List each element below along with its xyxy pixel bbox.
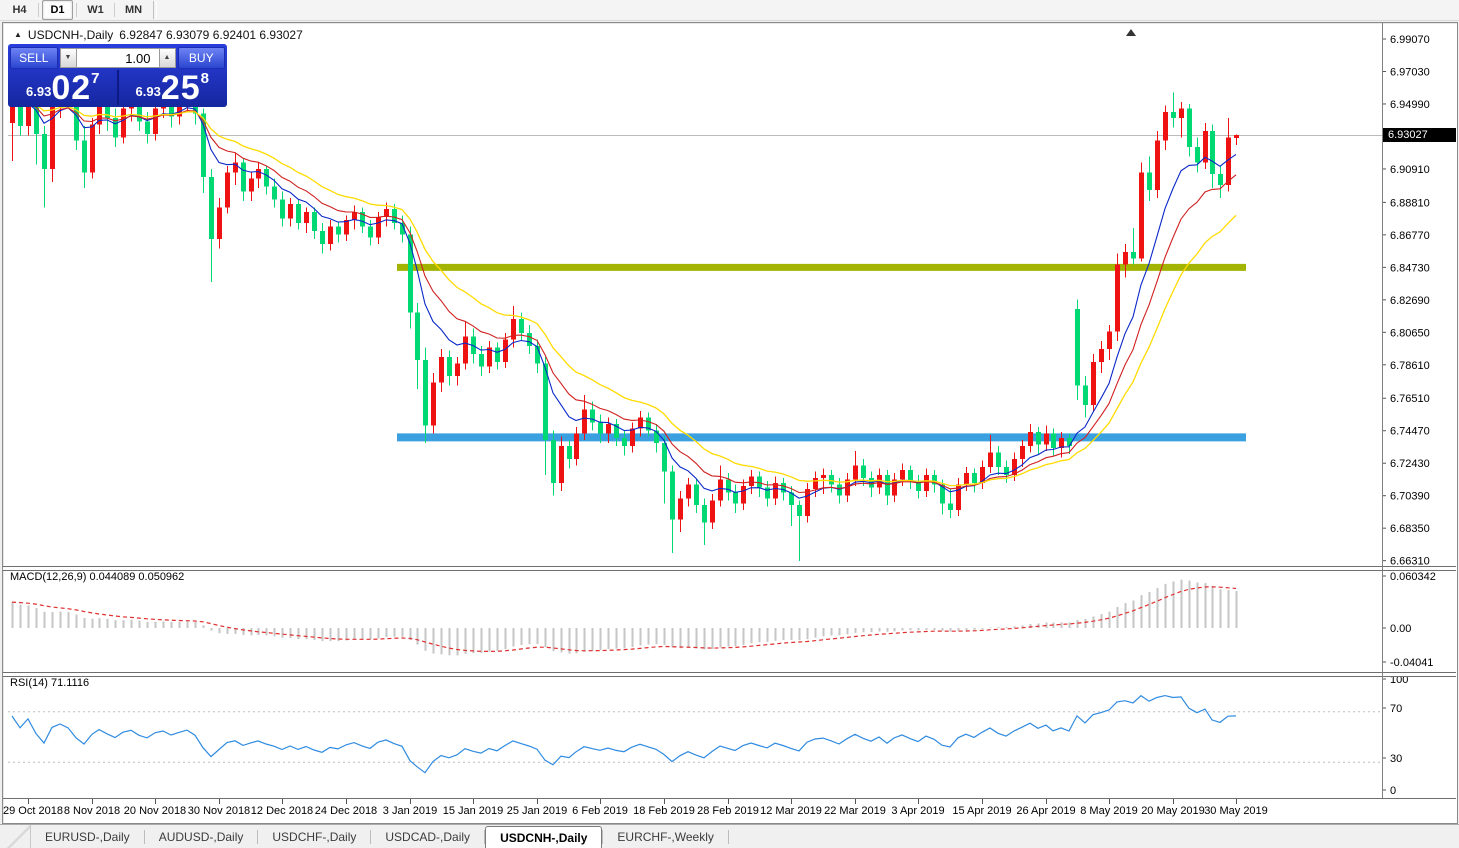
moving-average-21 bbox=[11, 99, 1237, 487]
chart-tab-usdchf-daily[interactable]: USDCHF-,Daily bbox=[258, 825, 370, 848]
price-axis-label[interactable]: 6.84730 bbox=[1390, 262, 1430, 274]
date-axis-label[interactable]: 6 Feb 2019 bbox=[572, 805, 628, 817]
price-axis-label[interactable]: 6.82690 bbox=[1390, 295, 1430, 307]
timeframe-button-w1[interactable]: W1 bbox=[80, 0, 111, 20]
date-axis-label[interactable]: 30 Nov 2018 bbox=[188, 805, 250, 817]
tab-bar-corner bbox=[0, 825, 31, 848]
toolbar-group-separator bbox=[153, 1, 157, 19]
price-divider bbox=[116, 70, 119, 105]
date-axis-label[interactable]: 18 Feb 2019 bbox=[633, 805, 695, 817]
date-axis-label[interactable]: 3 Jan 2019 bbox=[383, 805, 437, 817]
volume-increase-icon[interactable]: ▲ bbox=[158, 48, 176, 68]
date-axis-label[interactable]: 28 Feb 2019 bbox=[697, 805, 759, 817]
date-axis-label[interactable]: 30 May 2019 bbox=[1204, 805, 1268, 817]
price-axis-label[interactable]: 6.78610 bbox=[1390, 360, 1430, 372]
buy-price-sup: 8 bbox=[200, 70, 209, 87]
rsi-axis-label[interactable]: 30 bbox=[1390, 753, 1402, 765]
chart-tab-usdcad-daily[interactable]: USDCAD-,Daily bbox=[371, 825, 484, 848]
price-axis-label[interactable]: 6.74470 bbox=[1390, 426, 1430, 438]
macd-axis-label[interactable]: 0.00 bbox=[1390, 623, 1411, 635]
date-axis-label[interactable]: 22 Mar 2019 bbox=[824, 805, 886, 817]
buy-price-big: 25 bbox=[160, 69, 201, 107]
sell-price-big: 02 bbox=[51, 69, 92, 107]
price-axis-label[interactable]: 6.94990 bbox=[1390, 99, 1430, 111]
date-axis-label[interactable]: 26 Apr 2019 bbox=[1016, 805, 1075, 817]
tab-separator bbox=[727, 830, 729, 844]
buy-button[interactable]: BUY bbox=[177, 47, 225, 69]
buy-price-display[interactable]: 6.93 25 8 bbox=[120, 70, 226, 105]
date-axis-label[interactable]: 8 May 2019 bbox=[1080, 805, 1137, 817]
collapse-panel-icon[interactable]: ▲ bbox=[14, 30, 22, 39]
chart-tab-eurchf-weekly[interactable]: EURCHF-,Weekly bbox=[603, 825, 727, 848]
chart-symbol-title: USDCNH-,Daily bbox=[27, 27, 114, 42]
pane-separator-macd[interactable] bbox=[3, 566, 1456, 571]
date-axis-label[interactable]: 25 Jan 2019 bbox=[507, 805, 568, 817]
date-axis-label[interactable]: 15 Apr 2019 bbox=[952, 805, 1011, 817]
date-axis-label[interactable]: 29 Oct 2018 bbox=[3, 805, 63, 817]
trading-platform-window: H4 D1 W1 MN 6.99070 6.97030 6.94990 6.90910 6.8… bbox=[0, 0, 1459, 848]
date-axis-label[interactable]: 12 Dec 2018 bbox=[251, 805, 313, 817]
price-axis-label[interactable]: 6.76510 bbox=[1390, 393, 1430, 405]
volume-decrease-icon[interactable]: ▼ bbox=[59, 48, 77, 68]
rsi-indicator-label: RSI(14) 71.1116 bbox=[10, 677, 90, 689]
price-axis-label[interactable]: 6.70390 bbox=[1390, 491, 1430, 503]
toolbar-separator bbox=[38, 3, 39, 17]
rsi-line bbox=[11, 694, 1237, 774]
date-axis-label[interactable]: 24 Dec 2018 bbox=[315, 805, 377, 817]
price-axis-label[interactable]: 6.68350 bbox=[1390, 523, 1430, 535]
buy-price-small: 6.93 bbox=[135, 84, 161, 99]
chart-canvas[interactable]: 6.99070 6.97030 6.94990 6.90910 6.88810 6.867… bbox=[0, 0, 1459, 848]
date-axis-label[interactable]: 12 Mar 2019 bbox=[760, 805, 822, 817]
timeframe-button-d1[interactable]: D1 bbox=[42, 0, 73, 20]
date-axis-label[interactable]: 15 Jan 2019 bbox=[443, 805, 504, 817]
date-axis-label[interactable]: 3 Apr 2019 bbox=[891, 805, 944, 817]
price-axis-label[interactable]: 6.72430 bbox=[1390, 458, 1430, 470]
timeframe-button-mn[interactable]: MN bbox=[118, 0, 149, 20]
chart-tab-usdcnh-daily[interactable]: USDCNH-,Daily bbox=[485, 826, 603, 848]
sell-price-display[interactable]: 6.93 02 7 bbox=[10, 70, 116, 105]
rsi-axis-label[interactable]: 0 bbox=[1390, 785, 1396, 797]
chart-title-row: ▲ USDCNH-,Daily 6.92847 6.93079 6.92401 … bbox=[14, 27, 303, 42]
sell-price-sup: 7 bbox=[91, 70, 100, 87]
candlestick-series bbox=[10, 67, 1239, 561]
timeframe-toolbar: H4 D1 W1 MN bbox=[0, 0, 1459, 21]
toolbar-separator bbox=[76, 3, 77, 17]
price-axis-label[interactable]: 6.80650 bbox=[1390, 327, 1430, 339]
date-axis-label[interactable]: 20 May 2019 bbox=[1141, 805, 1205, 817]
date-axis-border bbox=[3, 798, 1456, 799]
timeframe-button-h4[interactable]: H4 bbox=[4, 0, 35, 20]
macd-axis-label[interactable]: -0.04041 bbox=[1390, 657, 1433, 669]
macd-indicator-label: MACD(12,26,9) 0.044089 0.050962 bbox=[10, 571, 185, 583]
chart-shift-marker-icon[interactable] bbox=[1126, 29, 1136, 36]
macd-axis-label[interactable]: 0.060342 bbox=[1390, 571, 1436, 583]
price-axis-label[interactable]: 6.99070 bbox=[1390, 34, 1430, 46]
chart-tab-eurusd-daily[interactable]: EURUSD-,Daily bbox=[31, 825, 144, 848]
chart-tab-audusd-daily[interactable]: AUDUSD-,Daily bbox=[145, 825, 258, 848]
price-axis-label[interactable]: 6.90910 bbox=[1390, 164, 1430, 176]
price-axis-label[interactable]: 6.97030 bbox=[1390, 66, 1430, 78]
sell-button[interactable]: SELL bbox=[10, 47, 58, 69]
volume-input[interactable] bbox=[76, 48, 159, 68]
pane-separator-rsi[interactable] bbox=[3, 672, 1456, 677]
sell-price-small: 6.93 bbox=[26, 84, 52, 99]
rsi-axis-label[interactable]: 70 bbox=[1390, 703, 1402, 715]
one-click-trade-panel: SELL ▼ ▲ BUY 6.93 02 7 6.93 25 8 bbox=[8, 44, 227, 107]
price-axis-label[interactable]: 6.88810 bbox=[1390, 197, 1430, 209]
chart-ohlc-values: 6.92847 6.93079 6.92401 6.93027 bbox=[119, 27, 303, 42]
date-axis-label[interactable]: 8 Nov 2018 bbox=[64, 805, 120, 817]
current-price-tag: 6.93027 bbox=[1383, 128, 1456, 142]
date-axis-label[interactable]: 20 Nov 2018 bbox=[124, 805, 186, 817]
toolbar-separator bbox=[114, 3, 115, 17]
price-axis-label[interactable]: 6.86770 bbox=[1390, 230, 1430, 242]
chart-tab-bar: EURUSD-,Daily AUDUSD-,Daily USDCHF-,Daily U… bbox=[0, 824, 1459, 848]
